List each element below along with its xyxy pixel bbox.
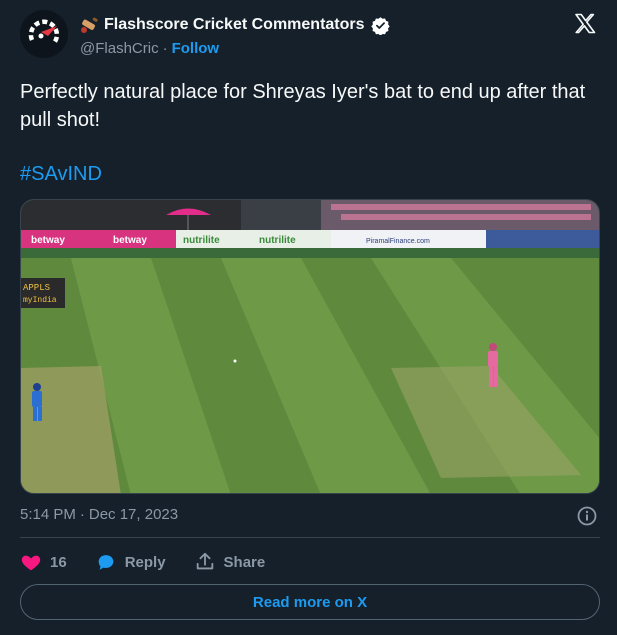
share-button[interactable]: Share	[194, 551, 266, 573]
cricket-bat-icon	[81, 17, 98, 33]
board-betway-2: betway	[113, 235, 147, 246]
tweet-timestamp[interactable]: 5:14 PM · Dec 17, 2023	[20, 506, 178, 523]
tweet-date: Dec 17, 2023	[88, 506, 179, 523]
author-handle[interactable]: @FlashCric	[80, 40, 159, 57]
follow-button[interactable]: Follow	[172, 40, 220, 57]
read-more-button[interactable]: Read more on X	[20, 584, 600, 620]
side-board-line2: myIndia	[23, 296, 57, 305]
author-handle-row: @FlashCric · Follow	[80, 40, 219, 57]
author-name[interactable]: Flashscore Cricket Commentators	[104, 16, 365, 34]
tweet-time: 5:14 PM	[20, 506, 76, 523]
board-nutrilite-2: nutrilite	[259, 235, 296, 246]
share-label: Share	[223, 553, 266, 571]
reply-button[interactable]: Reply	[95, 551, 166, 573]
info-icon[interactable]	[577, 506, 597, 526]
handle-separator: ·	[162, 40, 168, 57]
verified-badge-icon	[370, 16, 390, 35]
divider	[20, 537, 600, 538]
hashtag-link[interactable]: #SAvIND	[20, 160, 102, 188]
like-button[interactable]: 16	[20, 551, 67, 573]
batsman-figure	[32, 383, 42, 421]
reply-bubble-icon	[98, 555, 114, 570]
like-count: 16	[50, 553, 67, 571]
board-betway-1: betway	[31, 235, 65, 246]
tweet-actions: 16 Reply Share	[20, 550, 293, 574]
cricket-field-image: betway betway nutrilite nutrilite Pirama…	[21, 200, 599, 493]
tweet-media-video[interactable]: betway betway nutrilite nutrilite Pirama…	[20, 199, 600, 494]
reply-label: Reply	[124, 553, 166, 571]
share-icon	[196, 552, 213, 570]
flashscore-logo-icon	[20, 10, 68, 58]
board-nutrilite-1: nutrilite	[183, 235, 220, 246]
timestamp-separator: ·	[79, 506, 85, 523]
x-logo-icon[interactable]	[573, 12, 597, 36]
author-name-row: Flashscore Cricket Commentators	[80, 14, 390, 36]
heart-icon	[21, 555, 41, 571]
avatar[interactable]	[20, 10, 68, 58]
tweet-card: Flashscore Cricket Commentators @FlashCr…	[0, 0, 617, 635]
tweet-text: Perfectly natural place for Shreyas Iyer…	[20, 81, 586, 131]
side-board-line1: APPLS	[23, 283, 50, 293]
board-piramal: PiramalFinance.com	[366, 238, 430, 245]
